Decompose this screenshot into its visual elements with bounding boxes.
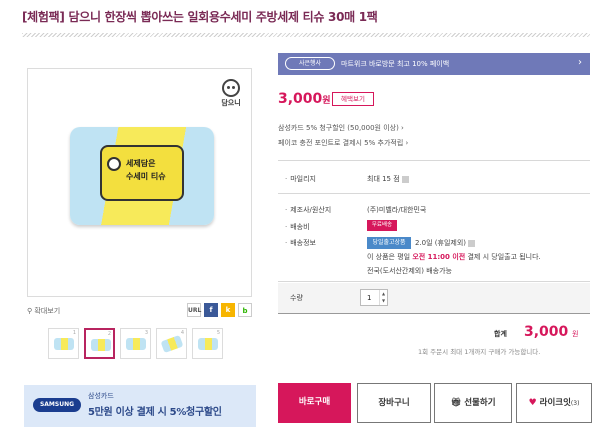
title-divider xyxy=(22,33,590,37)
banner-line2: 5만원 이상 결제 시 5%청구할인 xyxy=(88,407,222,418)
mileage-label: 마일리지 xyxy=(285,174,316,184)
share-url-button[interactable]: URL xyxy=(187,303,201,317)
brand-logo-text: 담으니 xyxy=(221,99,241,107)
info-icon[interactable] xyxy=(401,175,409,183)
quantity-label: 수량 xyxy=(290,294,303,302)
divider xyxy=(278,313,590,314)
pack-label: 세제담은 수세미 티슈 xyxy=(100,145,184,201)
thumbnail-strip: 1 2 3 4 5 xyxy=(48,328,223,359)
gallery-toolbar: ⚲ 확대보기 URL f k b xyxy=(27,303,252,319)
quantity-row: 수량 1 ▲ ▼ xyxy=(278,283,590,313)
cutoff-time: 오전 11:00 이전 xyxy=(412,253,466,261)
magnifier-icon: ⚲ xyxy=(27,307,33,315)
purchase-limit-note: 1회 주문시 최대 1개까지 구매가 가능합니다. xyxy=(418,348,541,356)
stepper-arrows-icon[interactable]: ▲ ▼ xyxy=(379,290,387,305)
price-unit: 원 xyxy=(322,96,331,106)
card-discount-banner[interactable]: SAMSUNG 삼성카드 5만원 이상 결제 시 5%청구할인 xyxy=(24,385,256,427)
shipping-info-label: 배송정보 xyxy=(285,238,316,248)
add-to-cart-button[interactable]: 장바구니 xyxy=(357,383,431,423)
sale-price: 3,000원 xyxy=(278,91,331,107)
divider xyxy=(278,160,590,161)
total-label: 합계 xyxy=(494,330,507,338)
total-unit: 원 xyxy=(572,330,579,338)
thumbnail[interactable]: 3 xyxy=(120,328,151,359)
brand-logo: 담으니 xyxy=(218,79,244,111)
divider xyxy=(278,193,590,194)
like-count: (3) xyxy=(570,400,580,407)
thumbnail[interactable]: 4 xyxy=(156,328,187,359)
maker-label: 제조사/원산지 xyxy=(285,205,331,215)
promo-bar[interactable]: 사은행사 마트위크 바로방문 최고 10% 페이백 › xyxy=(278,53,590,75)
delivery-fee-label: 배송비 xyxy=(285,222,309,232)
info-icon[interactable] xyxy=(468,239,476,247)
shipping-coverage: 전국(도서산간제외) 배송가능 xyxy=(367,267,452,275)
brand-face-icon xyxy=(222,79,240,97)
banner-line1: 삼성카드 xyxy=(88,392,114,400)
chevron-right-icon: › xyxy=(578,57,582,68)
shipping-cutoff-note: 이 상품은 평일 오전 11:00 이전 결제 시 당일출고 됩니다. xyxy=(367,253,541,261)
benefit-button[interactable]: 혜택보기 xyxy=(332,92,374,106)
share-kakaostory-button[interactable]: k xyxy=(221,303,235,317)
thumbnail[interactable]: 1 xyxy=(48,328,79,359)
shipping-days: 2.0일 (휴일제외) xyxy=(415,238,476,248)
zoom-label: 확대보기 xyxy=(34,307,61,315)
heart-icon: ♥ xyxy=(528,398,537,408)
thumbnail-active[interactable]: 2 xyxy=(84,328,115,359)
share-buttons: URL f k b xyxy=(187,303,252,317)
gift-icon: 🎁︎ xyxy=(450,398,462,408)
like-button[interactable]: ♥ 라이크잇(3) xyxy=(516,383,592,423)
product-title: [체험팩] 담으니 한장씩 뽑아쓰는 일회용수세미 주방세제 티슈 30매 1팩 xyxy=(22,10,378,24)
gift-button[interactable]: 🎁︎ 선물하기 xyxy=(434,383,512,423)
share-facebook-button[interactable]: f xyxy=(204,303,218,317)
free-shipping-badge: 무료배송 xyxy=(367,220,397,231)
mileage-value: 최대 15 점 xyxy=(367,174,409,184)
zoom-button[interactable]: ⚲ 확대보기 xyxy=(27,306,60,316)
same-day-badge: 당일출고상품 xyxy=(367,237,411,249)
pack-label-line1: 세제담은 xyxy=(126,159,156,168)
quantity-value: 1 xyxy=(367,294,372,302)
quantity-stepper[interactable]: 1 ▲ ▼ xyxy=(360,289,388,306)
card-discount-link[interactable]: 삼성카드 5% 청구할인 (50,000원 이상) › xyxy=(278,123,404,133)
product-pack-image: 세제담은 수세미 티슈 xyxy=(70,127,214,225)
pack-face-icon xyxy=(107,157,121,171)
pack-label-line2: 수세미 티슈 xyxy=(126,172,166,181)
price-amount: 3,000 xyxy=(278,91,323,107)
total-price: 3,000 xyxy=(524,324,569,340)
buy-now-button[interactable]: 바로구매 xyxy=(278,383,351,423)
maker-value: (주)미벨라/대한민국 xyxy=(367,206,427,214)
product-main-image[interactable]: 담으니 세제담은 수세미 티슈 xyxy=(27,68,252,297)
thumbnail[interactable]: 5 xyxy=(192,328,223,359)
payco-discount-link[interactable]: 페이코 충전 포인트로 결제시 5% 추가적립 › xyxy=(278,138,408,148)
share-blog-button[interactable]: b xyxy=(238,303,252,317)
promo-tag: 사은행사 xyxy=(285,57,335,70)
promo-text: 마트위크 바로방문 최고 10% 페이백 xyxy=(341,60,450,68)
divider xyxy=(278,281,590,282)
samsung-logo: SAMSUNG xyxy=(33,398,81,412)
